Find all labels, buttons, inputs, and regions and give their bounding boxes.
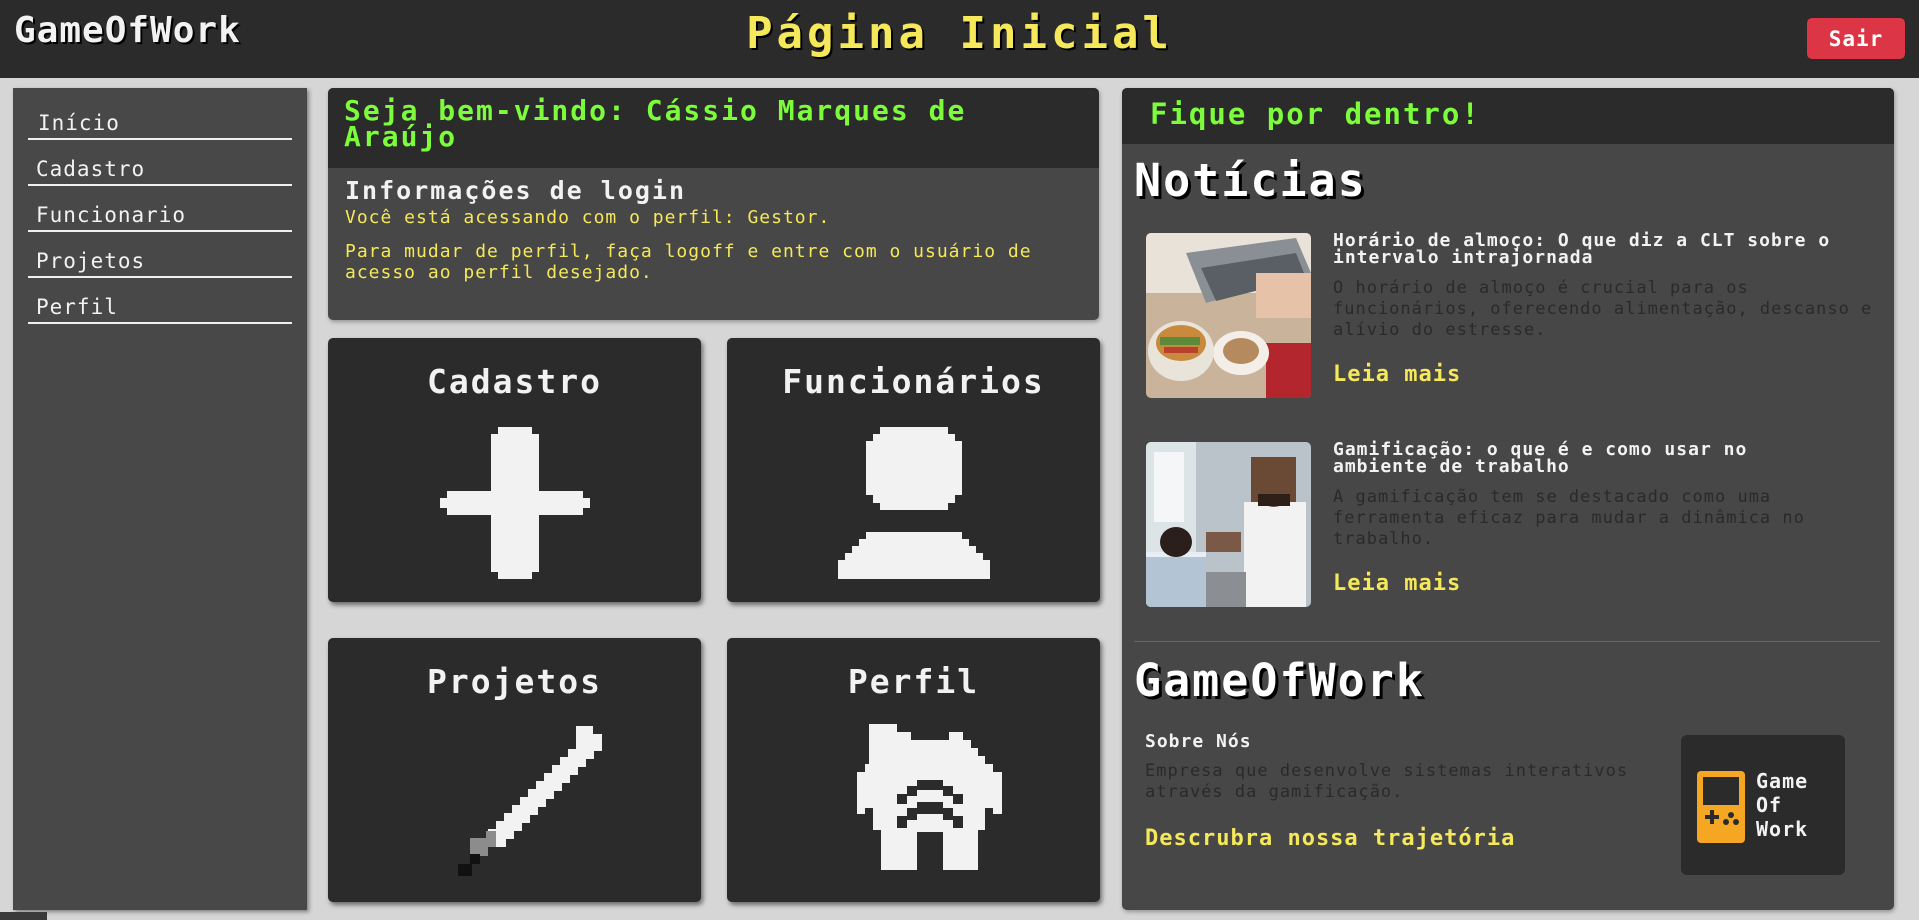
tile-perfil-title: Perfil	[847, 662, 980, 701]
page-title: Página Inicial	[746, 8, 1173, 59]
logo-line-1: Game	[1756, 769, 1809, 793]
about-text: Empresa que desenvolve sistemas interati…	[1145, 761, 1629, 802]
tile-cadastro-title: Cadastro	[427, 362, 602, 401]
tile-funcionarios-title: Funcionários	[782, 362, 1045, 401]
about-section-title: GameOfWork	[1134, 654, 1425, 707]
sword-icon	[458, 726, 602, 876]
tile-funcionarios[interactable]: Funcionários	[727, 338, 1100, 602]
sidebar-item-inicio[interactable]: Início	[28, 106, 292, 140]
discover-history-link[interactable]: Descrubra nossa trajetória	[1145, 826, 1515, 851]
sidebar-item-projetos[interactable]: Projetos	[28, 244, 292, 278]
article-1-title[interactable]: Horário de almoço: O que diz a CLT sobre…	[1333, 232, 1853, 267]
gameboy-icon	[1697, 771, 1745, 843]
sidebar-item-funcionario[interactable]: Funcionario	[28, 198, 292, 232]
article-2-title[interactable]: Gamificação: o que é e como usar no ambi…	[1333, 441, 1853, 476]
news-panel: Fique por dentro! Notícias Horário de al…	[1122, 88, 1894, 910]
welcome-panel: Seja bem-vindo: Cássio Marques de Araújo…	[328, 88, 1099, 320]
article-1-image[interactable]	[1146, 233, 1311, 398]
article-1-read-more-link[interactable]: Leia mais	[1333, 362, 1461, 387]
tile-cadastro[interactable]: Cadastro	[328, 338, 701, 602]
logo-line-2: Of	[1756, 793, 1783, 817]
login-info: Informações de login Você está acessando…	[328, 168, 1099, 308]
sidebar-item-perfil[interactable]: Perfil	[28, 290, 292, 324]
article-2-image[interactable]	[1146, 442, 1311, 607]
company-logo: Game Of Work	[1681, 735, 1845, 875]
article-1-summary: O horário de almoço é crucial para os fu…	[1333, 278, 1873, 340]
article-2-read-more-link[interactable]: Leia mais	[1333, 571, 1461, 596]
top-bar: GameOfWork Página Inicial Sair	[0, 0, 1919, 78]
tile-perfil[interactable]: Perfil	[727, 638, 1100, 902]
sidebar-menu: Início Cadastro Funcionario Projetos Per…	[13, 88, 307, 324]
profile-icon	[857, 724, 1002, 870]
news-panel-heading: Fique por dentro!	[1122, 88, 1894, 144]
welcome-heading: Seja bem-vindo: Cássio Marques de Araújo	[328, 88, 1099, 168]
user-icon	[838, 427, 990, 579]
sidebar-item-cadastro[interactable]: Cadastro	[28, 152, 292, 186]
sidebar: Início Cadastro Funcionario Projetos Per…	[13, 88, 307, 910]
logo-text: Game Of Work	[1756, 769, 1808, 841]
login-info-title: Informações de login	[345, 176, 687, 205]
tile-projetos[interactable]: Projetos	[328, 638, 701, 902]
logout-button[interactable]: Sair	[1807, 18, 1905, 59]
news-section-title: Notícias	[1134, 154, 1367, 207]
plus-icon	[440, 427, 590, 579]
about-label: Sobre Nós	[1145, 731, 1252, 752]
bottom-edge-strip	[0, 912, 47, 920]
profile-instructions: Para mudar de perfil, faça logoff e entr…	[345, 241, 1032, 283]
profile-line: Você está acessando com o perfil: Gestor…	[345, 207, 831, 228]
logo-line-3: Work	[1756, 817, 1809, 841]
news-divider	[1134, 641, 1880, 642]
article-2-summary: A gamificação tem se destacado como uma …	[1333, 487, 1805, 549]
tile-projetos-title: Projetos	[427, 662, 602, 701]
